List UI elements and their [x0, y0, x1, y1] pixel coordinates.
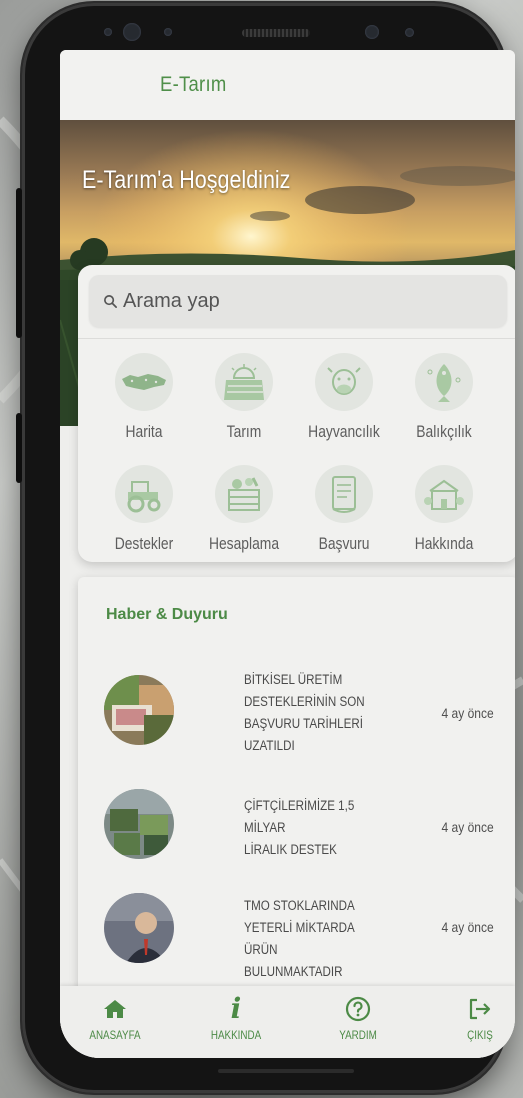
category-label: Harita — [125, 423, 163, 441]
help-icon — [318, 996, 398, 1022]
search-placeholder: Arama yap — [123, 289, 220, 312]
category-hayvancilik[interactable]: Hayvancılık — [294, 347, 394, 447]
news-item[interactable]: BİTKİSEL ÜRETİM DESTEKLERİNİN SON BAŞVUR… — [78, 669, 515, 759]
volume-button — [16, 188, 22, 338]
app-title: E-Tarım — [160, 73, 227, 96]
nav-label: HAKKINDA — [210, 1028, 262, 1042]
vegetable-crate-icon — [215, 465, 273, 523]
news-timestamp: 4 ay önce — [441, 705, 494, 721]
category-hesaplama[interactable]: Hesaplama — [194, 459, 294, 559]
nav-label: YARDIM — [339, 1028, 377, 1042]
category-label: Hayvancılık — [308, 423, 380, 441]
category-label: Hesaplama — [208, 535, 280, 553]
news-headline: BİTKİSEL ÜRETİM DESTEKLERİNİN SON BAŞVUR… — [244, 672, 365, 753]
nav-cikis[interactable]: ÇIKIŞ — [440, 996, 515, 1042]
turkey-map-icon — [115, 353, 173, 411]
news-section: Haber & Duyuru BİTKİSEL ÜRETİM DESTEKLER… — [78, 577, 515, 1017]
category-hakkinda[interactable]: Hakkında — [394, 459, 494, 559]
app-screen: E-Tarım E-Tarım'a Hoşgeldiniz Arama yap … — [60, 50, 515, 1058]
fish-icon — [415, 353, 473, 411]
search-icon — [104, 294, 117, 308]
category-harita[interactable]: Harita — [94, 347, 194, 447]
category-label: Başvuru — [318, 535, 370, 553]
home-icon — [75, 996, 155, 1022]
news-heading: Haber & Duyuru — [106, 606, 228, 623]
search-input[interactable]: Arama yap — [89, 275, 507, 327]
nav-label: ÇIKIŞ — [467, 1028, 493, 1042]
earpiece-speaker — [242, 29, 310, 37]
news-thumbnail — [104, 675, 174, 745]
news-item[interactable]: ÇİFTÇİLERİMİZE 1,5 MİLYAR LİRALIK DESTEK… — [78, 789, 515, 879]
news-headline: TMO STOKLARINDA YETERLİ MİKTARDA ÜRÜN BU… — [244, 898, 355, 979]
bixby-button — [16, 413, 22, 483]
proximity-sensor — [164, 28, 172, 36]
news-thumbnail — [104, 789, 174, 859]
logout-icon — [440, 996, 515, 1022]
cow-icon — [315, 353, 373, 411]
front-camera — [365, 25, 379, 39]
field-sun-icon — [215, 353, 273, 411]
bottom-navigation: ANASAYFA i HAKKINDA YARDIM ÇIKIŞ — [60, 986, 515, 1058]
news-item[interactable]: TMO STOKLARINDA YETERLİ MİKTARDA ÜRÜN BU… — [78, 893, 515, 983]
category-basvuru[interactable]: Başvuru — [294, 459, 394, 559]
news-headline: ÇİFTÇİLERİMİZE 1,5 MİLYAR LİRALIK DESTEK — [244, 798, 355, 857]
news-timestamp: 4 ay önce — [441, 819, 494, 835]
news-thumbnail — [104, 893, 174, 963]
category-label: Hakkında — [414, 535, 474, 553]
nav-anasayfa[interactable]: ANASAYFA — [75, 996, 155, 1042]
nav-label: ANASAYFA — [89, 1028, 141, 1042]
welcome-title: E-Tarım'a Hoşgeldiniz — [82, 166, 291, 194]
category-label: Tarım — [226, 423, 262, 441]
gesture-bar[interactable] — [218, 1069, 354, 1073]
nav-yardim[interactable]: YARDIM — [318, 996, 398, 1042]
sensor-dot — [104, 28, 112, 36]
tractor-icon — [115, 465, 173, 523]
phone-top-bezel — [22, 3, 506, 47]
info-icon: i — [230, 992, 242, 1025]
news-timestamp: 4 ay önce — [441, 919, 494, 935]
app-bar: E-Tarım — [60, 50, 515, 120]
category-label: Balıkçılık — [416, 423, 472, 441]
farmhouse-icon — [415, 465, 473, 523]
card-divider — [78, 338, 515, 339]
document-scroll-icon — [315, 465, 373, 523]
phone-frame: E-Tarım E-Tarım'a Hoşgeldiniz Arama yap … — [16, 3, 515, 1093]
category-card: Arama yap Harita Tarım Hayvancılık Balık… — [78, 265, 515, 562]
category-destekler[interactable]: Destekler — [94, 459, 194, 559]
category-label: Destekler — [114, 535, 174, 553]
category-balikcilik[interactable]: Balıkçılık — [394, 347, 494, 447]
led-indicator — [405, 28, 414, 37]
iris-sensor — [123, 23, 141, 41]
nav-hakkinda[interactable]: i HAKKINDA — [196, 992, 276, 1043]
category-tarim[interactable]: Tarım — [194, 347, 294, 447]
